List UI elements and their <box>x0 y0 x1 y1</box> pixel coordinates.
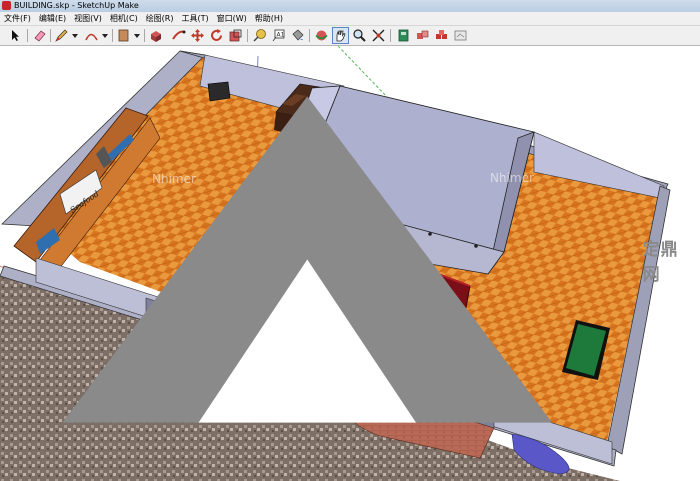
logo-mark-icon <box>62 96 552 423</box>
toolbar-separator <box>309 29 310 42</box>
zoom-extents-icon[interactable] <box>371 28 386 43</box>
menu-tools[interactable]: 工具(T) <box>178 12 213 25</box>
toolbar-separator <box>390 29 391 42</box>
tape-measure-icon[interactable] <box>252 28 267 43</box>
push-pull-icon[interactable] <box>148 28 163 43</box>
send-to-layout-icon[interactable] <box>453 28 468 43</box>
window-title: BUILDING.skp - SketchUp Make <box>14 1 139 10</box>
sketchup-app-icon <box>2 1 11 10</box>
menu-file[interactable]: 文件(F) <box>0 12 35 25</box>
toolbar-separator <box>144 29 145 42</box>
toolbar-separator <box>112 29 113 42</box>
menu-window[interactable]: 窗口(W) <box>213 12 251 25</box>
menu-edit[interactable]: 编辑(E) <box>35 12 70 25</box>
eraser-icon[interactable] <box>32 28 47 43</box>
scale-icon[interactable] <box>228 28 243 43</box>
toolbar-separator <box>27 29 28 42</box>
dropdown-arrow-icon[interactable] <box>133 28 141 43</box>
extension-warehouse-icon[interactable] <box>434 28 449 43</box>
pan-hand-icon[interactable] <box>332 27 349 44</box>
menu-help[interactable]: 帮助(H) <box>251 12 287 25</box>
move-icon[interactable] <box>190 28 205 43</box>
arc-icon[interactable] <box>84 28 99 43</box>
zoom-icon[interactable] <box>352 28 367 43</box>
orbit-icon[interactable] <box>314 28 329 43</box>
site-watermark: 定鼎网 <box>0 42 694 477</box>
paint-bucket-icon[interactable] <box>290 28 305 43</box>
select-arrow-icon[interactable] <box>8 28 23 43</box>
rectangle-icon[interactable] <box>116 28 131 43</box>
menu-camera[interactable]: 相机(C) <box>106 12 142 25</box>
menu-view[interactable]: 视图(V) <box>70 12 106 25</box>
pencil-line-icon[interactable] <box>54 28 69 43</box>
follow-me-icon[interactable] <box>171 28 186 43</box>
toolbar-separator <box>50 29 51 42</box>
model-viewport[interactable]: Seafood Nhimer Nhimer 定鼎网 <box>0 46 700 481</box>
share-model-icon[interactable] <box>415 28 430 43</box>
toolbar-separator <box>247 29 248 42</box>
rotate-icon[interactable] <box>209 28 224 43</box>
site-watermark-text: 定鼎网 <box>642 239 679 285</box>
dropdown-arrow-icon[interactable] <box>71 28 79 43</box>
menu-bar: 文件(F) 编辑(E) 视图(V) 相机(C) 绘图(R) 工具(T) 窗口(W… <box>0 12 700 26</box>
get-models-icon[interactable] <box>396 28 411 43</box>
dropdown-arrow-icon[interactable] <box>101 28 109 43</box>
svg-text:A1: A1 <box>277 32 285 39</box>
text-label-icon[interactable]: A1 <box>271 28 286 43</box>
menu-draw[interactable]: 绘图(R) <box>142 12 178 25</box>
